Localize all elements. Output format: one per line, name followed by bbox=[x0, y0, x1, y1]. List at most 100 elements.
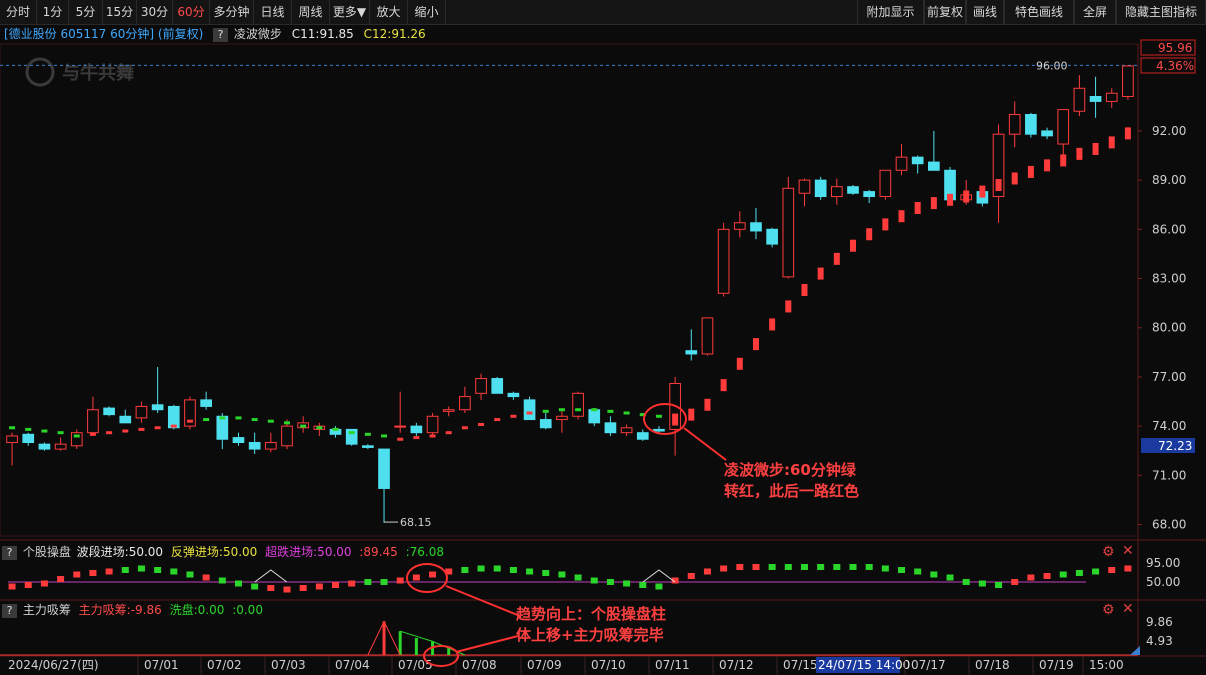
lbwb-mark-36 bbox=[591, 408, 598, 412]
lbwb-mark-35 bbox=[575, 408, 582, 412]
ind1-mark-57 bbox=[930, 571, 938, 578]
lbwb-mark-10 bbox=[170, 424, 177, 428]
candle-body-10 bbox=[167, 405, 180, 429]
indicator2-help-button[interactable]: ? bbox=[2, 603, 17, 618]
candle-body-49 bbox=[798, 179, 811, 194]
ind1-mark-10 bbox=[170, 568, 178, 575]
candle-body-55 bbox=[895, 156, 908, 171]
lbwb-mark-14 bbox=[235, 416, 242, 420]
indicator1-close-icon[interactable]: ✕ bbox=[1122, 543, 1134, 559]
candle-body-46 bbox=[750, 222, 762, 232]
lbwb-mark-51 bbox=[833, 252, 840, 265]
time-label-3: 07/03 bbox=[271, 658, 306, 672]
candle-body-65 bbox=[1057, 109, 1070, 145]
ind1-mark-64 bbox=[1043, 573, 1051, 579]
main-panel-frame bbox=[0, 43, 1139, 537]
annot-arrow-lbwb bbox=[683, 427, 727, 461]
indicator1-p5: :76.08 bbox=[405, 545, 445, 559]
price-tick-label-3: 83.00 bbox=[1152, 272, 1186, 286]
ind1-tri2 bbox=[642, 569, 676, 583]
lbwb-mark-47 bbox=[769, 318, 776, 331]
candle-body-5 bbox=[87, 409, 99, 434]
lbwb-mark-19 bbox=[316, 426, 323, 430]
lbwb-mark-60 bbox=[979, 185, 986, 198]
annotation-lbwb-line2: 转红，此后一路红色 bbox=[724, 482, 860, 500]
candle-body-25 bbox=[410, 425, 423, 434]
ind1-mark-16 bbox=[267, 585, 275, 591]
candle-body-56 bbox=[911, 156, 924, 165]
ind1-mark-33 bbox=[542, 570, 550, 576]
ind1-mark-45 bbox=[736, 564, 744, 570]
indicator2-name[interactable]: 主力吸筹 bbox=[23, 603, 71, 617]
indicator1-help-button[interactable]: ? bbox=[2, 545, 17, 560]
candle-body-69 bbox=[1122, 65, 1134, 97]
time-label-5: 07/05 bbox=[398, 658, 433, 672]
candle-body-13 bbox=[216, 415, 229, 440]
indicator1-name[interactable]: 个股操盘 bbox=[23, 545, 71, 559]
time-label-12: 24/07/15 14:00 bbox=[818, 658, 910, 672]
lbwb-mark-8 bbox=[138, 427, 145, 431]
ind1-mark-52 bbox=[849, 564, 857, 570]
lbwb-mark-40 bbox=[655, 414, 662, 418]
indicator2-settings-gear-icon[interactable]: ⚙ bbox=[1102, 602, 1115, 618]
candle-body-43 bbox=[701, 317, 714, 355]
ind1-mark-35 bbox=[574, 574, 582, 581]
ind1-mark-0 bbox=[8, 583, 16, 590]
lbwb-mark-28 bbox=[461, 426, 468, 430]
lbwb-mark-25 bbox=[413, 436, 420, 440]
candle-body-48 bbox=[782, 187, 795, 278]
ind1-mark-1 bbox=[24, 582, 32, 588]
current-price-label: 95.96 bbox=[1158, 41, 1192, 55]
lbwb-mark-16 bbox=[267, 419, 274, 423]
lbwb-mark-7 bbox=[122, 429, 129, 433]
indicator1-p1: 波段进场:50.00 bbox=[76, 545, 164, 559]
ind1-mark-40 bbox=[655, 583, 663, 590]
ind1-mark-66 bbox=[1075, 570, 1083, 576]
time-label-14: 07/18 bbox=[975, 658, 1010, 672]
time-label-9: 07/11 bbox=[655, 658, 690, 672]
candle-body-15 bbox=[248, 442, 261, 450]
candle-body-9 bbox=[151, 404, 164, 411]
ind1-mark-7 bbox=[121, 567, 129, 573]
ind1-mark-36 bbox=[590, 577, 598, 584]
indicator1-settings-gear-icon[interactable]: ⚙ bbox=[1102, 544, 1115, 560]
lbwb-mark-49 bbox=[801, 284, 808, 296]
annotation-trend-line1: 趋势向上：个股操盘柱 bbox=[516, 605, 667, 623]
ind1-mark-51 bbox=[833, 564, 841, 570]
time-label-1: 07/01 bbox=[144, 658, 179, 672]
lbwb-mark-32 bbox=[526, 411, 533, 415]
lbwb-mark-66 bbox=[1076, 147, 1083, 160]
candle-body-3 bbox=[54, 443, 67, 450]
candle-body-17 bbox=[281, 425, 293, 447]
annotation-lbwb: 凌波微步:60分钟绿 转红，此后一路红色 bbox=[724, 460, 859, 502]
lbwb-mark-31 bbox=[510, 414, 517, 418]
candle-body-23 bbox=[378, 448, 390, 489]
lbwb-mark-52 bbox=[850, 239, 856, 252]
ind1-mark-34 bbox=[558, 571, 566, 578]
ind1-mark-26 bbox=[429, 571, 437, 578]
ind1-mark-62 bbox=[1011, 579, 1019, 585]
candle-body-37 bbox=[604, 422, 617, 434]
lbwb-mark-54 bbox=[882, 218, 889, 231]
lbwb-mark-23 bbox=[381, 434, 388, 438]
lbwb-mark-48 bbox=[785, 300, 792, 313]
candle-body-32 bbox=[523, 399, 536, 421]
time-label-4: 07/04 bbox=[335, 658, 370, 672]
ind1-mark-37 bbox=[606, 579, 614, 585]
indicator2-close-icon[interactable]: ✕ bbox=[1122, 601, 1134, 617]
lbwb-mark-17 bbox=[284, 421, 290, 425]
low-price-label: 68.15 bbox=[400, 516, 432, 529]
ind1-tri1 bbox=[254, 569, 288, 583]
kline-chart[interactable]: 与牛共舞92.0089.0086.0083.0080.0077.0074.007… bbox=[0, 0, 1206, 675]
time-label-11: 07/15 bbox=[783, 658, 818, 672]
ind1-mark-14 bbox=[234, 580, 242, 587]
lbwb-mark-65 bbox=[1060, 154, 1067, 167]
ind1-mark-42 bbox=[687, 573, 695, 579]
candle-body-68 bbox=[1105, 92, 1118, 102]
lbwb-mark-1 bbox=[25, 427, 32, 431]
price-tick-label-5: 77.00 bbox=[1152, 370, 1186, 384]
ind2-bar-27 bbox=[447, 648, 451, 655]
candle-body-34 bbox=[556, 415, 568, 421]
candle-body-42 bbox=[685, 350, 698, 355]
ind1-mark-17 bbox=[283, 586, 291, 593]
